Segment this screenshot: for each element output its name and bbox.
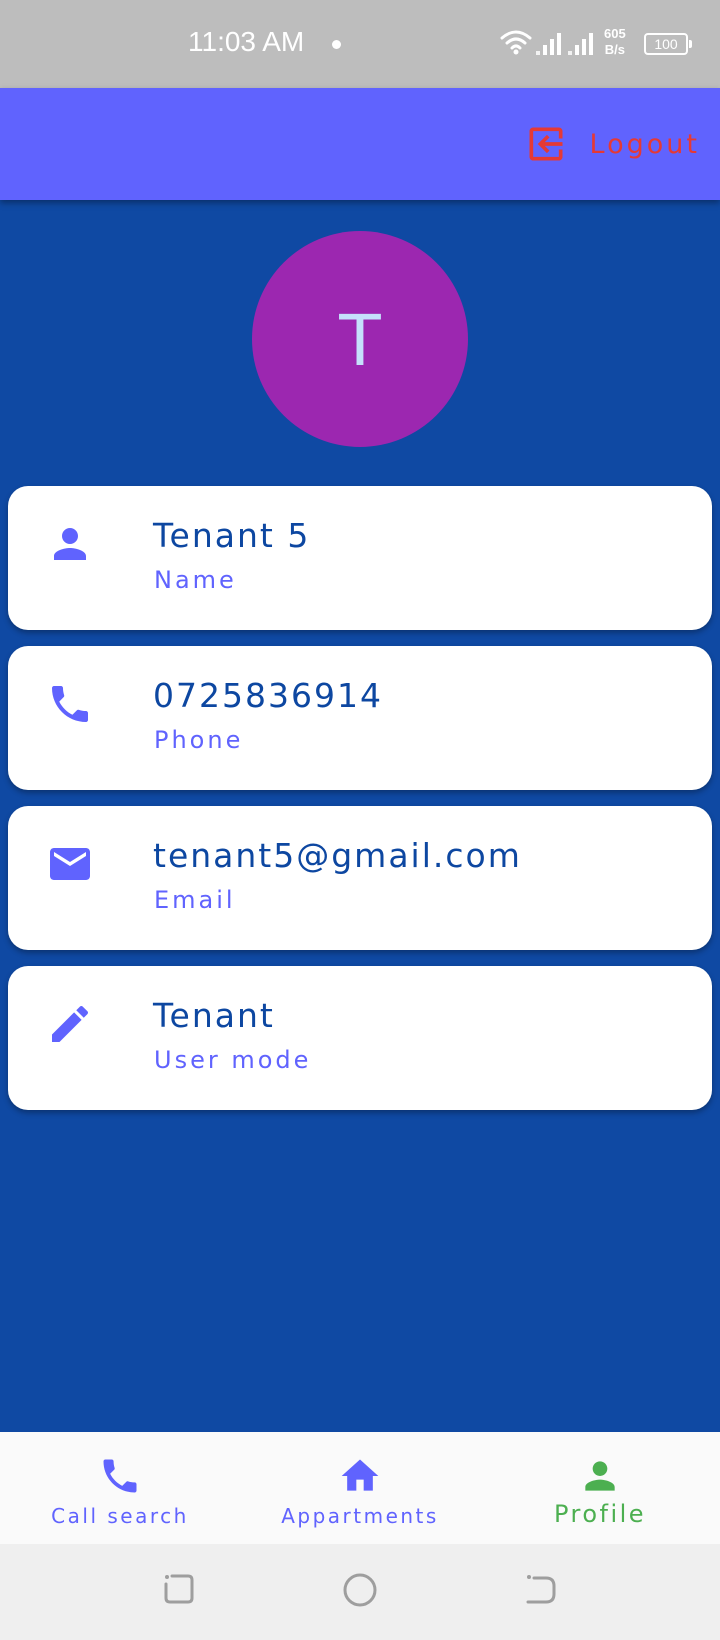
status-bar: 11:03 AM 605 B/s 100 (0, 0, 720, 88)
battery-icon: 100 (644, 33, 692, 55)
logout-button[interactable]: Logout (524, 88, 720, 200)
app-bar: Logout (0, 88, 720, 200)
cell-signal-icon (536, 33, 561, 55)
name-label: Name (154, 566, 237, 594)
phone-value: 0725836914 (153, 676, 383, 715)
person-icon (54, 528, 86, 560)
user-mode-label: User mode (154, 1046, 312, 1074)
recent-apps-icon[interactable] (162, 1572, 196, 1606)
avatar: T (252, 231, 468, 447)
home-button-icon[interactable] (342, 1572, 378, 1608)
profile-card-user-mode: Tenant User mode (8, 966, 712, 1110)
nav-item-appartments[interactable]: Appartments (240, 1432, 480, 1544)
screen: 11:03 AM 605 B/s 100 Logout T Tenant 5 N… (0, 0, 720, 1640)
logout-label: Logout (589, 128, 700, 160)
bottom-nav: Call search Appartments Profile (0, 1432, 720, 1544)
profile-card-phone: 0725836914 Phone (8, 646, 712, 790)
nav-label-appartments: Appartments (281, 1504, 439, 1528)
profile-card-name: Tenant 5 Name (8, 486, 712, 630)
network-speed-value: 605 (604, 26, 626, 41)
cell-signal-2-icon (568, 33, 593, 55)
user-mode-value: Tenant (153, 996, 275, 1035)
phone-icon (52, 686, 88, 722)
nav-label-profile: Profile (553, 1500, 647, 1528)
status-time: 11:03 AM (188, 26, 305, 57)
name-value: Tenant 5 (153, 516, 311, 555)
avatar-letter: T (337, 297, 383, 381)
home-icon (341, 1459, 379, 1491)
nav-item-profile[interactable]: Profile (480, 1432, 720, 1544)
notification-dot (332, 40, 341, 49)
network-speed: 605 B/s (604, 26, 626, 58)
nav-item-call-search[interactable]: Call search (0, 1432, 240, 1544)
network-speed-unit: B/s (604, 42, 625, 57)
wifi-icon (500, 30, 532, 50)
back-icon[interactable] (524, 1572, 558, 1606)
pencil-icon (52, 1005, 89, 1042)
phone-label: Phone (154, 726, 244, 754)
profile-card-email: tenant5@gmail.com Email (8, 806, 712, 950)
email-icon (50, 848, 90, 880)
nav-label-call-search: Call search (51, 1504, 189, 1528)
logout-icon (529, 127, 563, 161)
system-nav-bar (0, 1544, 720, 1640)
phone-icon (103, 1459, 137, 1493)
email-value: tenant5@gmail.com (153, 836, 522, 875)
email-label: Email (154, 886, 236, 914)
person-icon (585, 1461, 615, 1491)
